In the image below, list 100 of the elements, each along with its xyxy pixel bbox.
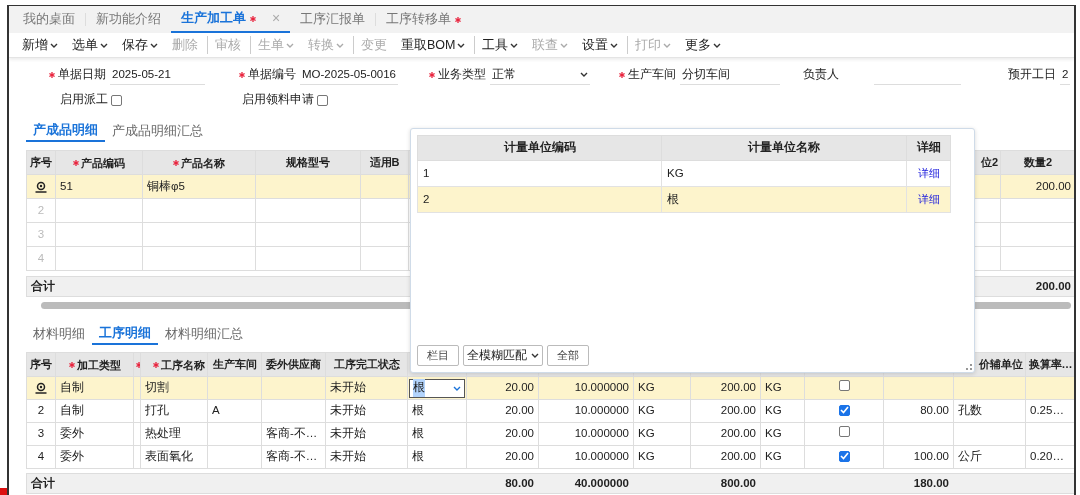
table-cell: 2 (423, 192, 430, 205)
table-cell: KG (638, 381, 655, 394)
table-cell: 客商-不… (266, 427, 318, 440)
unit-select[interactable]: 根 (409, 378, 465, 398)
row-number: 4 (37, 450, 45, 463)
total-value: 800.00 (720, 477, 756, 490)
column-header: 详细 (916, 141, 941, 154)
column-header: 委外供应商 (266, 357, 321, 373)
tab[interactable]: 材料明细汇总 (158, 323, 250, 345)
table-cell: 根 (412, 404, 424, 417)
checkbox[interactable] (838, 404, 850, 416)
toolbar-button[interactable]: 设置 (575, 35, 626, 55)
table-cell: 20.00 (505, 427, 534, 440)
chevron-down-icon (100, 42, 108, 48)
table-cell: 0.25… (1030, 404, 1064, 417)
chevron-down-icon (453, 385, 461, 391)
tab[interactable]: 产成品明细 (26, 120, 105, 142)
tab[interactable]: 工序转移单 (376, 6, 472, 33)
field-label: 业务类型 (428, 66, 486, 84)
column-header: 换算率… (1028, 357, 1073, 373)
row-number: 2 (37, 404, 45, 417)
column-header: 规格型号 (286, 155, 330, 171)
table-cell: 20.00 (505, 404, 534, 417)
checkbox[interactable] (838, 380, 850, 392)
table-cell: 根 (667, 192, 679, 205)
input-field[interactable]: 2 (1060, 65, 1070, 85)
total-label: 合计 (31, 477, 55, 490)
check-icon (839, 406, 849, 415)
tab[interactable]: 新功能介绍 (86, 6, 171, 33)
row-number: 3 (37, 427, 45, 440)
chevron-down-icon (663, 42, 672, 48)
tab[interactable]: 我的桌面 (13, 6, 85, 33)
input-field[interactable]: 2025-05-21 (110, 65, 205, 85)
table-cell: KG (765, 450, 782, 463)
chevron-down-icon (560, 42, 569, 48)
checkbox[interactable] (111, 94, 122, 106)
input-field[interactable]: 分切车间 (680, 65, 780, 85)
required-icon (153, 361, 159, 368)
chevron-down-icon (610, 42, 619, 48)
total-value: 80.00 (505, 477, 534, 490)
chevron-down-icon (713, 42, 722, 48)
required-icon (68, 361, 75, 368)
table-cell: 根 (412, 450, 424, 463)
toolbar-button[interactable]: 保存 (115, 35, 165, 55)
table-cell: 10.000000 (574, 404, 629, 417)
table-cell: 表面氧化 (145, 450, 193, 463)
column-header: 产品编码 (73, 154, 125, 172)
field-label: 单据编号 (238, 66, 296, 84)
checkbox[interactable] (317, 94, 328, 106)
toolbar-button[interactable]: 工具 (474, 35, 526, 55)
popup-button[interactable]: 全部 (547, 345, 589, 366)
chevron-down-icon (580, 72, 588, 77)
select-field[interactable]: 正常 (490, 65, 590, 85)
column-header: 加工类型 (68, 356, 121, 374)
total-value: 200.00 (1035, 280, 1071, 293)
table-cell: 孔数 (958, 404, 982, 417)
column-header: 适用B (369, 155, 400, 171)
column-header: 计量单位名称 (748, 141, 820, 154)
toolbar-button[interactable]: 重取BOM (394, 35, 473, 55)
table-cell: 客商-不… (266, 450, 318, 463)
required-icon (136, 362, 140, 369)
chevron-down-icon (510, 42, 519, 48)
toolbar-button[interactable]: 选单 (65, 35, 115, 55)
column-header: 生产车间 (212, 357, 257, 373)
table-cell: KG (765, 404, 782, 417)
checkbox[interactable] (838, 450, 850, 462)
table-cell: 200.00 (720, 427, 756, 440)
popup-button[interactable]: 栏目 (417, 345, 459, 366)
table-cell: 51 (60, 179, 73, 192)
tab[interactable]: 材料明细 (26, 323, 92, 345)
chevron-down-icon (336, 42, 344, 48)
table-cell: 公斤 (958, 450, 982, 463)
total-value: 40.000000 (574, 477, 629, 490)
tab[interactable]: 生产加工单 × (171, 6, 291, 33)
tab[interactable]: 产成品明细汇总 (105, 120, 210, 142)
required-icon (429, 72, 435, 78)
tab[interactable]: 工序汇报单 (290, 6, 376, 33)
field-label: 预开工日 (1007, 67, 1056, 83)
table-cell: KG (667, 166, 684, 179)
column-header: 产品名称 (173, 154, 225, 172)
input-field[interactable]: MO-2025-05-0016 (300, 65, 398, 85)
resize-grip-icon (966, 364, 972, 370)
column-header: 价辅单位 (979, 357, 1023, 373)
chevron-down-icon (150, 42, 158, 48)
row-number: 4 (37, 251, 45, 264)
table-cell: 切割 (145, 381, 169, 394)
chevron-down-icon (50, 42, 58, 48)
tab[interactable]: 工序明细 (92, 323, 158, 345)
toolbar-button[interactable]: 更多 (678, 35, 729, 55)
table-cell: 未开始 (330, 450, 366, 463)
edge-mark (0, 488, 7, 495)
checkbox-label: 启用领料申请 (242, 92, 314, 108)
table-cell: A (212, 404, 220, 417)
match-select[interactable]: 全模糊匹配 (463, 345, 543, 366)
column-header: 计量单位编码 (503, 141, 576, 154)
toolbar-button[interactable]: 新增 (15, 35, 65, 55)
table-cell: 自制 (60, 404, 84, 417)
checkbox[interactable] (838, 426, 850, 438)
column-header: 序号 (30, 155, 52, 171)
table-cell: KG (638, 427, 655, 440)
